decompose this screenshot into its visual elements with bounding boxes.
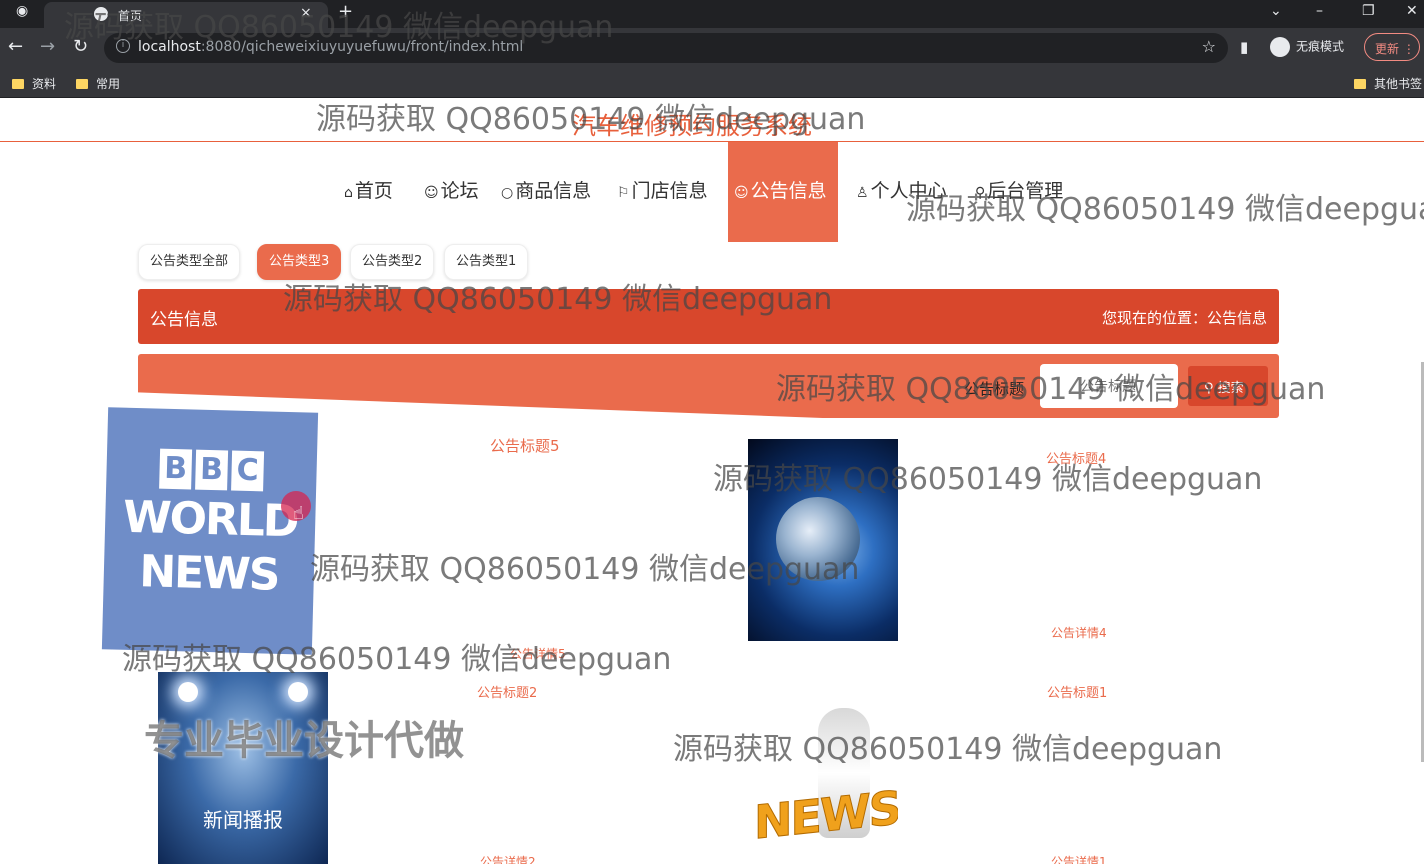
minimize-icon[interactable]: – [1316, 3, 1323, 19]
watermark: 源码获取 QQ86050149 微信deepguan [122, 642, 672, 677]
mouse-cursor: ☝ [281, 491, 311, 524]
notice-title-5[interactable]: 公告标题5 [490, 435, 560, 456]
overlay-watermark: 专业毕业设计代做 [144, 718, 464, 764]
notice-detail-1: 公告详情1 [1051, 855, 1107, 864]
image-caption: 新闻播报 [203, 808, 283, 832]
notice-detail-2: 公告详情2 [480, 855, 536, 864]
sidepanel-icon[interactable]: ▮ [1240, 38, 1248, 56]
hand-cursor-icon: ☝ [293, 503, 304, 524]
flag-icon: ⚐ [617, 185, 630, 201]
forward-icon[interactable]: → [40, 36, 55, 57]
nav-home[interactable]: ⌂ 首页 [344, 142, 393, 242]
notice-image-2[interactable]: 新闻播报 [158, 672, 328, 864]
notice-detail-4: 公告详情4 [1051, 626, 1107, 640]
incognito-icon [1270, 37, 1290, 57]
notice-title-1[interactable]: 公告标题1 [1047, 682, 1107, 701]
notice-image-5[interactable]: BBC WORLD NEWS [101, 407, 319, 655]
section-title: 公告信息 [150, 310, 218, 330]
restore-icon[interactable]: ❐ [1362, 3, 1375, 19]
tab-search-icon[interactable]: ⌄ [1270, 3, 1282, 19]
forum-icon: ☺ [424, 185, 439, 201]
bookmark-folder-other[interactable]: 其他书签 [1354, 75, 1422, 92]
nav-notices[interactable]: ☺ 公告信息 [728, 142, 838, 242]
title-divider [0, 141, 1424, 142]
watermark: 源码获取 QQ86050149 微信deepguan [316, 102, 866, 137]
watermark: 源码获取 QQ86050149 微信deepguan [906, 192, 1424, 227]
nav-products[interactable]: ○ 商品信息 [501, 142, 591, 242]
home-icon: ⌂ [344, 185, 353, 201]
product-icon: ○ [501, 185, 514, 201]
nav-stores[interactable]: ⚐ 门店信息 [617, 142, 708, 242]
watermark: 源码获取 QQ86050149 微信deepguan [283, 282, 833, 317]
folder-icon [76, 79, 88, 89]
notice-image-1[interactable]: NEWS [748, 700, 898, 850]
update-button[interactable]: 更新 ⋮ [1364, 33, 1420, 61]
bookmark-star-icon[interactable]: ☆ [1202, 37, 1216, 56]
watermark: 源码获取 QQ86050149 微信deepguan [673, 732, 1223, 767]
bookmark-folder-common[interactable]: 常用 [76, 75, 120, 92]
spotlight [178, 682, 198, 702]
watermark: 源码获取 QQ86050149 微信deepguan [776, 372, 1326, 407]
nav-forum[interactable]: ☺ 论坛 [424, 142, 479, 242]
spotlight [288, 682, 308, 702]
incognito-indicator[interactable]: 无痕模式 [1270, 37, 1344, 57]
user-icon: ♙ [856, 185, 869, 201]
back-icon[interactable]: ← [8, 36, 23, 57]
watermark: 源码获取 QQ86050149 微信deepguan [310, 552, 860, 587]
notice-icon: ☺ [734, 185, 749, 201]
notice-title-2[interactable]: 公告标题2 [477, 682, 537, 701]
type-all-button[interactable]: 公告类型全部 [138, 244, 241, 280]
folder-icon [1354, 79, 1366, 89]
window-close-icon[interactable]: ✕ [1406, 3, 1418, 19]
bookmark-folder-resources[interactable]: 资料 [12, 75, 56, 92]
watermark: 源码获取 QQ86050149 微信deepguan [64, 10, 614, 45]
breadcrumb: 您现在的位置：公告信息 [1101, 309, 1267, 327]
browser-menu-icon[interactable]: ◉ [16, 3, 28, 19]
news-wordart: NEWS [754, 780, 899, 850]
folder-icon [12, 79, 24, 89]
bbc-logo: BBC [106, 447, 317, 492]
watermark: 源码获取 QQ86050149 微信deepguan [713, 462, 1263, 497]
